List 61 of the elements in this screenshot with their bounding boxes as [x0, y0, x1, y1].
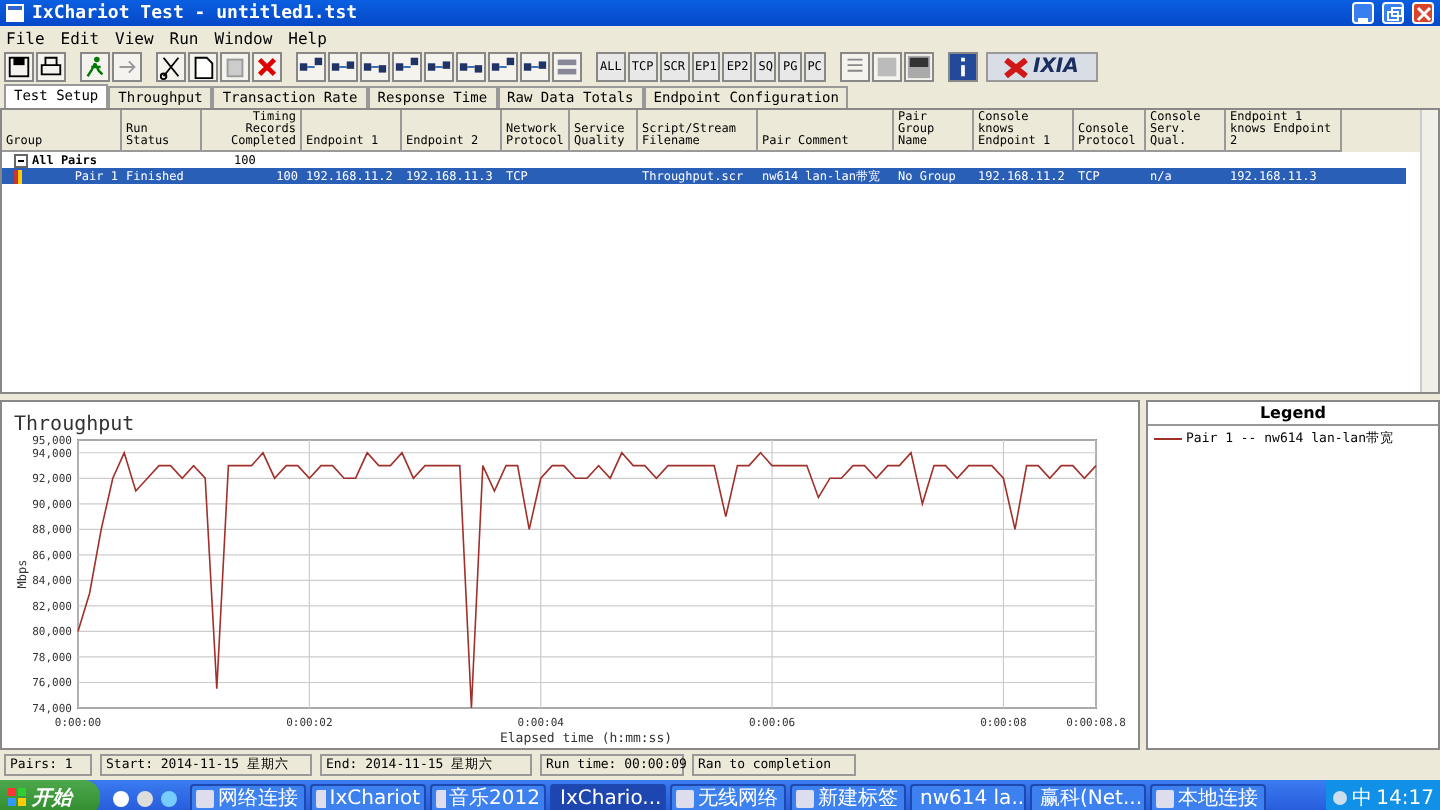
windows-logo-icon: [8, 788, 28, 808]
taskbar-button[interactable]: IxChario...: [550, 783, 666, 810]
window-icon: [676, 789, 694, 807]
toolbar-button[interactable]: [4, 52, 34, 82]
dark-panel-icon: [905, 54, 932, 80]
taskbar-button[interactable]: IxChariot: [310, 783, 426, 810]
taskbar-button[interactable]: 赢科(Net...: [1030, 783, 1146, 810]
window-icon: [196, 789, 214, 807]
toolbar-button[interactable]: [296, 52, 326, 82]
toolbar-button[interactable]: [392, 52, 422, 82]
close-icon[interactable]: [1412, 2, 1434, 24]
toolbar-button[interactable]: [156, 52, 186, 82]
scrollbar[interactable]: [1420, 110, 1438, 392]
pair-icon: [554, 54, 580, 80]
menu-item[interactable]: Run: [169, 29, 199, 47]
app-icon: [6, 4, 24, 22]
window-icon: [1156, 789, 1174, 807]
toolbar-button[interactable]: [903, 52, 934, 82]
legend-title: Legend: [1148, 402, 1438, 426]
menu-item[interactable]: Window: [214, 29, 273, 47]
taskbar-button[interactable]: 无线网络: [670, 783, 786, 810]
printer-icon: [38, 54, 64, 80]
clock: 14:17: [1376, 787, 1434, 809]
panel-icon: [873, 54, 900, 80]
pair-status-icon: [14, 169, 23, 183]
menu-item[interactable]: View: [115, 29, 154, 47]
taskbar-button[interactable]: 本地连接: [1150, 783, 1266, 810]
logo-text: IXIA: [1032, 56, 1079, 78]
minimize-icon[interactable]: [1352, 2, 1374, 24]
scissors-icon: [158, 54, 184, 80]
clipboard-icon: [222, 54, 248, 80]
toolbar-button[interactable]: [188, 52, 218, 82]
menu-item[interactable]: File: [6, 29, 45, 47]
window-icon: [436, 789, 446, 807]
window-icon: [316, 789, 326, 807]
collapse-icon[interactable]: [14, 153, 28, 167]
toolbar-button[interactable]: [488, 52, 518, 82]
floppy-icon: [6, 54, 32, 80]
toolbar-button[interactable]: [520, 52, 550, 82]
toolbar-button[interactable]: [36, 52, 66, 82]
toolbar-button[interactable]: [947, 52, 978, 82]
x-mark-icon: [1004, 57, 1029, 77]
legend-line-icon: [1154, 436, 1182, 442]
chart-title: Throughput: [14, 414, 135, 436]
menu-item[interactable]: Help: [288, 29, 327, 47]
toolbar-button[interactable]: [328, 52, 358, 82]
restore-icon[interactable]: [1382, 2, 1404, 24]
cross-icon: [254, 54, 280, 80]
toolbar-button[interactable]: [456, 52, 486, 82]
start-button[interactable]: 开始: [0, 780, 100, 810]
taskbar-button[interactable]: 音乐2012: [430, 783, 546, 810]
page-icon: [190, 54, 216, 80]
toolbar-button[interactable]: [360, 52, 390, 82]
taskbar-button[interactable]: 网络连接: [190, 783, 306, 810]
taskbar-button[interactable]: 新建标签: [790, 783, 906, 810]
taskbar-button[interactable]: nw614 la...: [910, 783, 1026, 810]
toolbar-button[interactable]: [424, 52, 454, 82]
runner-icon: [82, 54, 108, 80]
window-icon: [796, 789, 814, 807]
window-title: IxChariot Test - untitled1.tst: [32, 3, 360, 23]
menu-item[interactable]: Edit: [60, 29, 100, 47]
